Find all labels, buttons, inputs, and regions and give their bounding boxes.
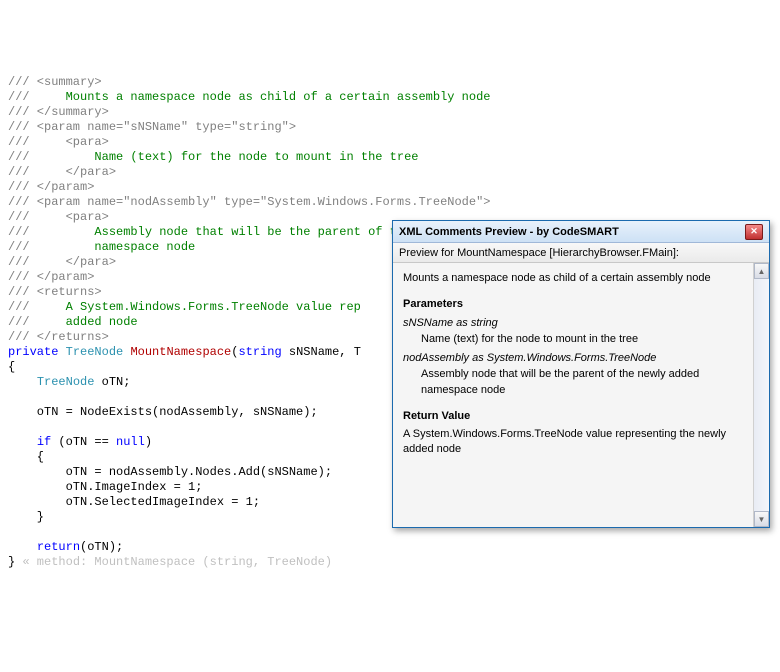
keyword-private: private [8, 345, 58, 359]
scroll-up-button[interactable]: ▲ [754, 263, 769, 279]
doc-summary-text: Mounts a namespace node as child of a ce… [66, 90, 491, 104]
return-heading: Return Value [403, 409, 743, 425]
code-line: oTN.ImageIndex = 1; [8, 480, 202, 494]
xml-doc-line: /// <returns> [8, 285, 102, 299]
sig-p1: sNSName, T [282, 345, 361, 359]
doc-returns-text: A System.Windows.Forms.TreeNode value re… [66, 300, 361, 314]
xml-doc-line: /// [8, 150, 94, 164]
vertical-scrollbar[interactable]: ▲ ▼ [753, 263, 769, 527]
param1-name: sNSName as string [403, 316, 743, 332]
xml-doc-line: /// [8, 315, 66, 329]
if-close: ) [145, 435, 152, 449]
return-desc: A System.Windows.Forms.TreeNode value re… [403, 427, 743, 459]
popup-content-area: Mounts a namespace node as child of a ce… [393, 263, 769, 527]
keyword-null: null [116, 435, 145, 449]
indent [8, 435, 37, 449]
keyword-return: return [37, 540, 80, 554]
brace: } [8, 555, 15, 569]
method-name: MountNamespace [130, 345, 231, 359]
xml-doc-line: /// [8, 300, 66, 314]
xml-doc-line: /// [8, 135, 66, 149]
scroll-track[interactable] [754, 279, 769, 511]
close-button[interactable]: ✕ [745, 224, 763, 240]
xml-doc-line: /// [8, 210, 66, 224]
popup-titlebar[interactable]: XML Comments Preview - by CodeSMART ✕ [393, 221, 769, 243]
xml-doc-line: /// [8, 225, 94, 239]
popup-subtitle: Preview for MountNamespace [HierarchyBro… [399, 247, 679, 259]
xml-doc-line: /// </returns> [8, 330, 109, 344]
if-rest: (oTN == [51, 435, 116, 449]
xml-doc-line: /// [8, 165, 66, 179]
xml-comments-preview-window[interactable]: XML Comments Preview - by CodeSMART ✕ Pr… [392, 220, 770, 528]
xml-doc-line: /// </summary> [8, 105, 109, 119]
doc-param-text: Name (text) for the node to mount in the… [94, 150, 418, 164]
xml-doc-line: /// <param name="sNSName" type="string"> [8, 120, 296, 134]
brace: } [8, 510, 44, 524]
keyword-if: if [37, 435, 51, 449]
indent [8, 540, 37, 554]
code-line: oTN.SelectedImageIndex = 1; [8, 495, 260, 509]
param1-desc: Name (text) for the node to mount in the… [403, 332, 743, 348]
decl-rest: oTN; [94, 375, 130, 389]
brace: { [8, 450, 44, 464]
xml-doc-line: /// </param> [8, 270, 94, 284]
param2-desc: Assembly node that will be the parent of… [403, 367, 743, 399]
keyword-string: string [238, 345, 281, 359]
xml-doc-line: <para> [66, 210, 109, 224]
preview-summary: Mounts a namespace node as child of a ce… [403, 271, 743, 287]
parameters-heading: Parameters [403, 297, 743, 313]
xml-doc-line: /// <summary> [8, 75, 102, 89]
popup-content: Mounts a namespace node as child of a ce… [393, 263, 753, 527]
code-line: oTN = nodAssembly.Nodes.Add(sNSName); [8, 465, 332, 479]
param2-name: nodAssembly as System.Windows.Forms.Tree… [403, 351, 743, 367]
close-icon: ✕ [750, 226, 758, 237]
doc-returns-text: added node [66, 315, 138, 329]
collapse-summary: « method: MountNamespace (string, TreeNo… [15, 555, 332, 569]
brace: { [8, 360, 15, 374]
xml-doc-line: /// [8, 90, 66, 104]
xml-doc-line: </para> [66, 255, 116, 269]
type-treenode: TreeNode [37, 375, 95, 389]
popup-subtitle-bar: Preview for MountNamespace [HierarchyBro… [393, 243, 769, 263]
xml-doc-line: </para> [66, 165, 116, 179]
type-treenode: TreeNode [66, 345, 124, 359]
chevron-up-icon: ▲ [758, 267, 766, 276]
doc-param-text: namespace node [94, 240, 195, 254]
code-line: oTN = NodeExists(nodAssembly, sNSName); [8, 405, 318, 419]
xml-doc-line: /// [8, 240, 94, 254]
xml-doc-line: <para> [66, 135, 109, 149]
indent [8, 375, 37, 389]
scroll-down-button[interactable]: ▼ [754, 511, 769, 527]
popup-title: XML Comments Preview - by CodeSMART [399, 226, 619, 238]
xml-doc-line: /// [8, 255, 66, 269]
xml-doc-line: /// <param name="nodAssembly" type="Syst… [8, 195, 490, 209]
chevron-down-icon: ▼ [758, 515, 766, 524]
return-rest: (oTN); [80, 540, 123, 554]
xml-doc-line: /// </param> [8, 180, 94, 194]
